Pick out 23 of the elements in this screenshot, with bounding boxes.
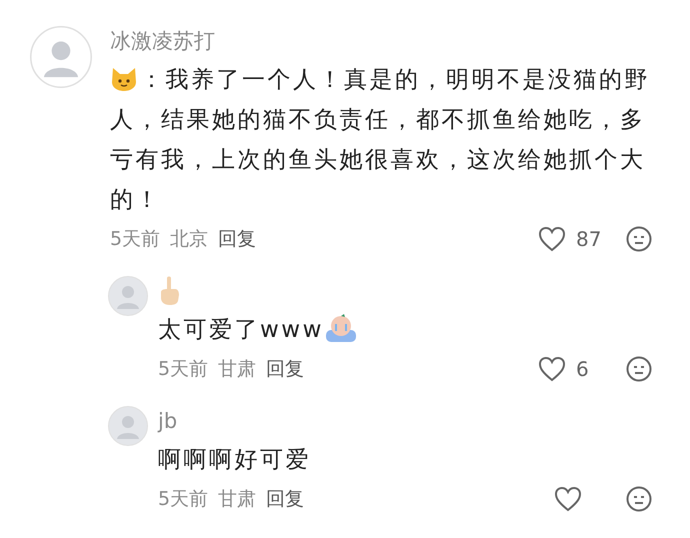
neutral-face-icon[interactable]: [626, 356, 652, 382]
time-text: 5天前: [158, 357, 208, 382]
heart-icon[interactable]: [554, 486, 582, 512]
location-text: 甘肃: [218, 357, 256, 382]
neutral-face-icon[interactable]: [626, 226, 652, 252]
like-count: 6: [576, 357, 590, 381]
location-text: 北京: [170, 227, 208, 252]
location-text: 甘肃: [218, 487, 256, 512]
time-text: 5天前: [158, 487, 208, 512]
neutral-face-icon[interactable]: [626, 486, 652, 512]
raised-finger-hand-icon: [158, 276, 180, 306]
comment-text: 太可爱了www: [158, 310, 652, 350]
time-text: 5天前: [110, 227, 160, 252]
comment-text: ：我养了一个人！真是的，明明不是没猫的野人，结果她的猫不负责任，都不抓鱼给她吃，多亏有我，上次的鱼头她很喜欢，这次给她抓个大的！: [110, 64, 651, 215]
heart-icon[interactable]: [538, 226, 566, 252]
reply-link[interactable]: 回复: [266, 356, 304, 382]
crying-baby-sticker-icon: [324, 312, 358, 343]
comment-text: 啊啊啊好可爱: [158, 446, 312, 475]
cat-face-icon: [110, 66, 138, 92]
reply-link[interactable]: 回复: [266, 486, 304, 512]
like-count: 87: [576, 227, 602, 251]
reply-link[interactable]: 回复: [218, 226, 256, 252]
heart-icon[interactable]: [538, 356, 566, 382]
